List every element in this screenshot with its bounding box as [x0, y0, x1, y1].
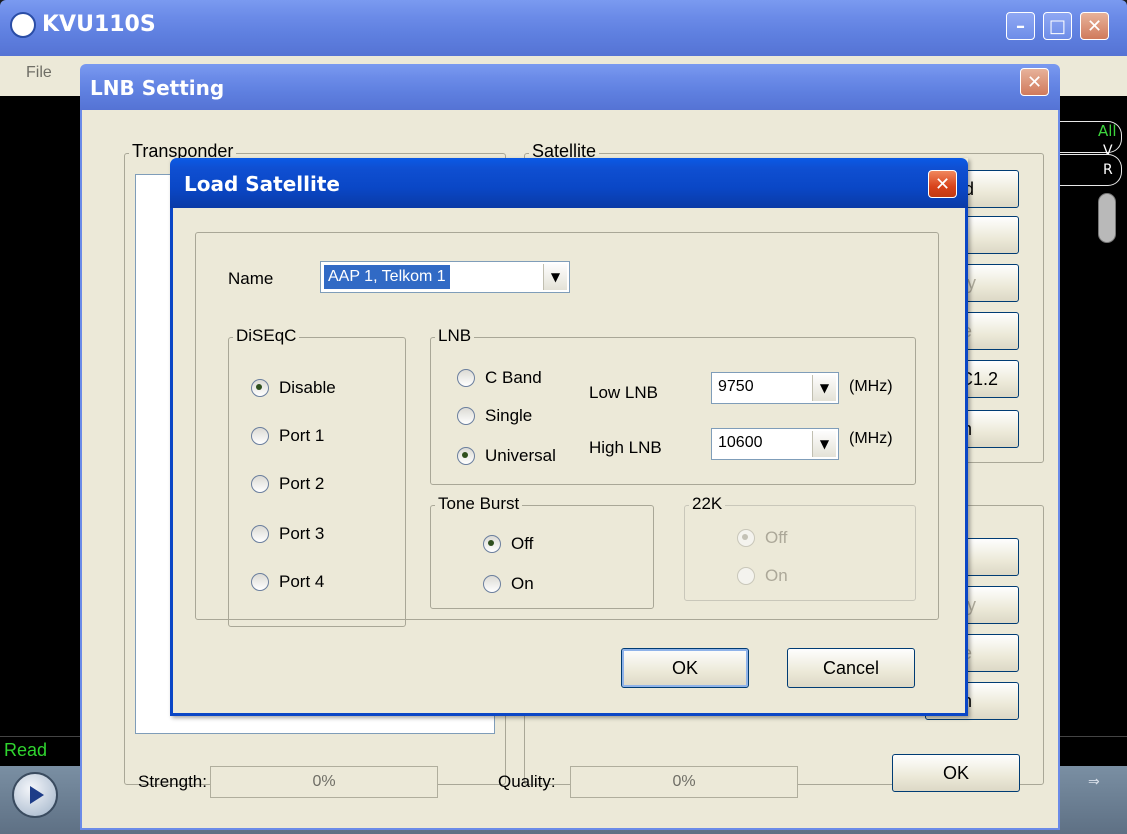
diseqc-option-port2[interactable]: Port 2 [251, 474, 324, 494]
lnb-legend: LNB [435, 326, 475, 346]
name-select-value: AAP 1, Telkom 1 [324, 265, 450, 289]
filter-all-label: All [1098, 122, 1117, 140]
low-lnb-value: 9750 [718, 378, 754, 395]
diseqc-group: DiSEqC Disable Port 1 Port 2 Port 3 Port… [228, 326, 406, 627]
high-lnb-select[interactable]: 10600 ▼ [711, 428, 839, 460]
radio-icon[interactable] [483, 575, 501, 593]
k22-option-on[interactable]: On [737, 566, 788, 586]
diseqc-option-port3[interactable]: Port 3 [251, 524, 324, 544]
k22-group: 22K Off On [684, 494, 916, 601]
play-button[interactable] [12, 772, 58, 818]
high-lnb-value: 10600 [718, 434, 763, 451]
diseqc-option-disable[interactable]: Disable [251, 378, 336, 398]
radio-icon[interactable] [251, 427, 269, 445]
main-title-text: KVU110S [42, 12, 156, 37]
load-satellite-title-bar: Load Satellite ✕ [170, 158, 968, 208]
filter-r-label: R [1103, 162, 1113, 178]
load-satellite-title-text: Load Satellite [184, 172, 340, 196]
strength-label: Strength: [138, 772, 207, 791]
strength-value: 0% [210, 766, 438, 798]
diseqc-option-port1[interactable]: Port 1 [251, 426, 324, 446]
tone-burst-group: Tone Burst Off On [430, 494, 654, 609]
quality-value: 0% [570, 766, 798, 798]
minimize-button[interactable]: – [1006, 12, 1035, 40]
radio-icon[interactable] [737, 567, 755, 585]
radio-icon[interactable] [483, 535, 501, 553]
tone-burst-option-on[interactable]: On [483, 574, 534, 594]
radio-icon[interactable] [737, 529, 755, 547]
menu-file[interactable]: File [26, 64, 52, 82]
right-channel-panel: All V R [1060, 96, 1127, 736]
status-text: Read [4, 740, 48, 760]
high-lnb-label: High LNB [589, 438, 662, 457]
main-title-bar: KVU110S – □ ✕ [0, 0, 1127, 56]
play-icon [30, 786, 44, 804]
left-video-area [0, 96, 82, 736]
cancel-button[interactable]: Cancel [787, 648, 915, 688]
lnb-close-button[interactable]: ✕ [1020, 68, 1049, 96]
lnb-option-single[interactable]: Single [457, 406, 532, 426]
load-satellite-body: Name AAP 1, Telkom 1 ▼ DiSEqC Disable Po… [170, 208, 968, 716]
low-lnb-select[interactable]: 9750 ▼ [711, 372, 839, 404]
name-select[interactable]: AAP 1, Telkom 1 ▼ [320, 261, 570, 293]
radio-icon[interactable] [457, 447, 475, 465]
lnb-group: LNB C Band Single Universal Low LNB 9750… [430, 326, 916, 485]
scroll-thumb[interactable] [1098, 193, 1116, 243]
diseqc-option-port4[interactable]: Port 4 [251, 572, 324, 592]
tone-burst-option-off[interactable]: Off [483, 534, 533, 554]
app-icon [10, 12, 36, 38]
quality-label: Quality: [498, 772, 556, 791]
ok-button[interactable]: OK [621, 648, 749, 688]
chevron-down-icon[interactable]: ▼ [812, 375, 836, 401]
radio-icon[interactable] [457, 407, 475, 425]
chevron-down-icon[interactable]: ▼ [543, 264, 567, 290]
lnb-option-universal[interactable]: Universal [457, 446, 556, 466]
radio-icon[interactable] [251, 573, 269, 591]
low-lnb-label: Low LNB [589, 383, 658, 402]
high-lnb-unit: (MHz) [849, 430, 893, 447]
radio-icon[interactable] [251, 525, 269, 543]
radio-icon[interactable] [457, 369, 475, 387]
load-satellite-dialog: Load Satellite ✕ Name AAP 1, Telkom 1 ▼ … [170, 158, 968, 716]
diseqc-legend: DiSEqC [233, 326, 300, 346]
tone-burst-legend: Tone Burst [435, 494, 523, 514]
maximize-button[interactable]: □ [1043, 12, 1072, 40]
settings-frame: Name AAP 1, Telkom 1 ▼ DiSEqC Disable Po… [195, 232, 939, 627]
load-satellite-close-button[interactable]: ✕ [928, 170, 957, 198]
chevron-down-icon[interactable]: ▼ [812, 431, 836, 457]
close-button[interactable]: ✕ [1080, 12, 1109, 40]
k22-option-off[interactable]: Off [737, 528, 787, 548]
low-lnb-unit: (MHz) [849, 378, 893, 395]
radio-icon[interactable] [251, 475, 269, 493]
name-label: Name [228, 269, 274, 288]
k22-legend: 22K [689, 494, 726, 514]
forward-icon[interactable]: ⇒ [1088, 774, 1100, 790]
lnb-title-bar: LNB Setting ✕ [80, 64, 1060, 110]
lnb-title-text: LNB Setting [90, 76, 225, 100]
lnb-ok-button[interactable]: OK [892, 754, 1020, 792]
radio-icon[interactable] [251, 379, 269, 397]
lnb-option-cband[interactable]: C Band [457, 368, 542, 388]
